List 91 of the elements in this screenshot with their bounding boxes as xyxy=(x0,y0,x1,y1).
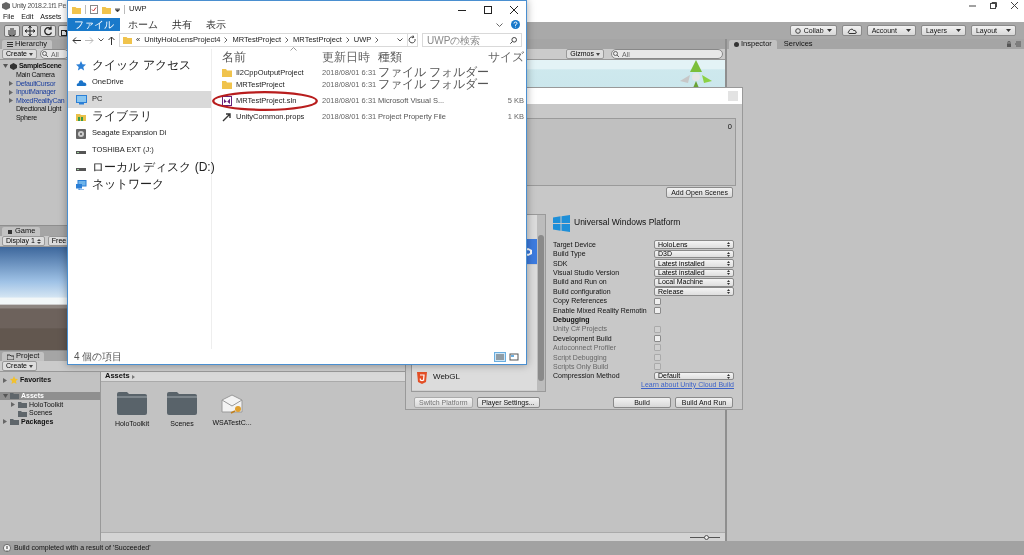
close-icon[interactable] xyxy=(510,5,518,14)
unity-logo-icon xyxy=(2,1,10,10)
caret-icon xyxy=(596,52,600,56)
star-icon xyxy=(10,376,18,385)
search-icon xyxy=(613,51,619,57)
thumbnail-view-icon[interactable] xyxy=(508,351,520,362)
monitor-icon xyxy=(76,94,87,105)
caret-icon xyxy=(29,364,33,368)
nav-item[interactable]: クイック アクセス xyxy=(68,57,211,74)
platform-title: Universal Windows Platform xyxy=(574,218,681,228)
ribbon-tab[interactable]: 共有 xyxy=(166,18,198,31)
divider xyxy=(124,5,125,14)
chevron-icon xyxy=(224,37,229,43)
hand-icon xyxy=(7,25,17,36)
info-icon xyxy=(3,544,11,552)
move-tool-button[interactable] xyxy=(22,24,38,37)
recent-locations-icon[interactable] xyxy=(98,38,104,42)
library-icon xyxy=(76,111,87,122)
star-icon xyxy=(76,60,87,71)
chevron-icon[interactable] xyxy=(496,22,503,27)
cloud-button[interactable] xyxy=(841,25,862,36)
updown-icon xyxy=(36,238,41,244)
back-icon[interactable] xyxy=(72,36,81,44)
cloud-icon xyxy=(76,77,87,88)
checkbox[interactable] xyxy=(654,297,661,305)
column-header[interactable]: サイズ xyxy=(488,50,524,65)
hand-tool-button[interactable] xyxy=(4,24,20,37)
network-icon xyxy=(76,179,87,190)
folder-icon xyxy=(72,5,81,14)
caret-icon[interactable] xyxy=(115,7,120,12)
search-icon xyxy=(510,36,517,44)
lock-icon xyxy=(1007,41,1021,47)
ribbon-tab[interactable]: ファイル xyxy=(68,18,120,31)
checkbox[interactable] xyxy=(654,306,661,314)
search-icon xyxy=(42,51,48,57)
unity-logo-icon xyxy=(10,62,17,70)
chevron-icon xyxy=(131,374,135,379)
folder-icon xyxy=(123,36,132,44)
caret-icon xyxy=(905,29,911,32)
updown-icon xyxy=(727,242,730,248)
column-header[interactable]: 名前 xyxy=(222,51,246,65)
column-header[interactable]: 種類 xyxy=(378,50,402,65)
sort-icon xyxy=(290,47,297,52)
chevron-icon xyxy=(375,37,380,43)
nav-item[interactable]: ネットワーク xyxy=(68,176,211,193)
game-icon xyxy=(7,228,13,235)
column-header[interactable]: 更新日時 xyxy=(322,50,370,65)
caret-icon[interactable] xyxy=(397,38,403,42)
ribbon-tab[interactable]: ホーム xyxy=(122,18,164,31)
chevron-icon xyxy=(345,37,350,43)
solution-file-icon xyxy=(222,96,232,106)
caret-icon xyxy=(1006,29,1011,32)
updown-icon xyxy=(727,260,730,266)
close-icon[interactable] xyxy=(1011,2,1018,9)
info-icon xyxy=(734,42,739,47)
move-icon xyxy=(25,25,35,36)
folder-icon xyxy=(167,391,197,415)
item-count: 4 個の項目 xyxy=(74,351,123,362)
up-icon[interactable] xyxy=(108,35,115,45)
windows-logo-icon xyxy=(553,214,570,232)
restore-icon[interactable] xyxy=(990,2,997,9)
html5-icon xyxy=(417,371,427,384)
checkbox[interactable] xyxy=(654,335,661,343)
updown-icon xyxy=(727,270,730,276)
details-view-icon[interactable] xyxy=(494,351,506,362)
refresh-icon[interactable] xyxy=(407,34,417,46)
drive-icon xyxy=(76,128,87,139)
cloud-icon xyxy=(846,27,857,34)
updown-icon xyxy=(727,251,730,257)
chevron-icon xyxy=(285,37,290,43)
caret-icon xyxy=(826,29,832,32)
updown-icon xyxy=(727,373,730,379)
nav-item[interactable]: ライブラリ xyxy=(68,108,211,125)
rotate-icon xyxy=(43,25,53,36)
help-icon[interactable] xyxy=(511,20,520,29)
properties-icon[interactable] xyxy=(90,5,98,14)
updown-icon xyxy=(727,289,730,295)
refresh-icon xyxy=(794,27,801,34)
ribbon-tab[interactable]: 表示 xyxy=(200,18,232,31)
rotate-tool-button[interactable] xyxy=(40,24,56,37)
scrollbar[interactable] xyxy=(537,215,545,391)
shortcut-file-icon xyxy=(222,112,232,122)
list-icon xyxy=(7,42,13,47)
updown-icon xyxy=(727,279,730,285)
divider xyxy=(85,5,86,14)
folder-icon xyxy=(7,353,14,360)
envelope-icon xyxy=(220,394,244,414)
folder-icon xyxy=(117,391,147,415)
caret-icon xyxy=(955,29,961,32)
maximize-icon[interactable] xyxy=(484,5,492,14)
caret-icon xyxy=(29,52,33,56)
